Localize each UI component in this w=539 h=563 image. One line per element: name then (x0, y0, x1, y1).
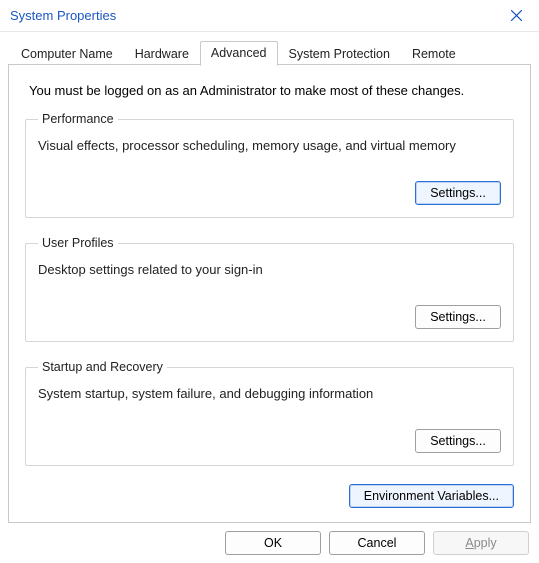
apply-mnemonic: A (465, 536, 473, 550)
performance-settings-button[interactable]: Settings... (415, 181, 501, 205)
tab-advanced[interactable]: Advanced (200, 41, 278, 66)
ok-button[interactable]: OK (225, 531, 321, 555)
performance-desc: Visual effects, processor scheduling, me… (38, 138, 501, 153)
user-profiles-settings-button[interactable]: Settings... (415, 305, 501, 329)
apply-label-rest: pply (474, 536, 497, 550)
startup-recovery-group: Startup and Recovery System startup, sys… (25, 360, 514, 466)
close-icon (511, 10, 522, 21)
user-profiles-legend: User Profiles (38, 236, 118, 250)
startup-recovery-settings-button[interactable]: Settings... (415, 429, 501, 453)
cancel-button[interactable]: Cancel (329, 531, 425, 555)
tab-hardware[interactable]: Hardware (124, 42, 200, 66)
environment-variables-button[interactable]: Environment Variables... (349, 484, 514, 508)
tab-system-protection[interactable]: System Protection (278, 42, 401, 66)
performance-legend: Performance (38, 112, 118, 126)
close-button[interactable] (493, 0, 539, 32)
apply-button[interactable]: Apply (433, 531, 529, 555)
performance-group: Performance Visual effects, processor sc… (25, 112, 514, 218)
window-title: System Properties (10, 8, 116, 23)
tab-remote[interactable]: Remote (401, 42, 467, 66)
tab-computer-name[interactable]: Computer Name (10, 42, 124, 66)
titlebar: System Properties (0, 0, 539, 32)
tabstrip: Computer Name Hardware Advanced System P… (0, 32, 539, 65)
user-profiles-desc: Desktop settings related to your sign-in (38, 262, 501, 277)
user-profiles-group: User Profiles Desktop settings related t… (25, 236, 514, 342)
startup-recovery-desc: System startup, system failure, and debu… (38, 386, 501, 401)
dialog-footer: OK Cancel Apply (225, 531, 529, 555)
startup-recovery-legend: Startup and Recovery (38, 360, 167, 374)
tab-panel-advanced: You must be logged on as an Administrato… (8, 64, 531, 523)
admin-notice-text: You must be logged on as an Administrato… (29, 83, 512, 98)
